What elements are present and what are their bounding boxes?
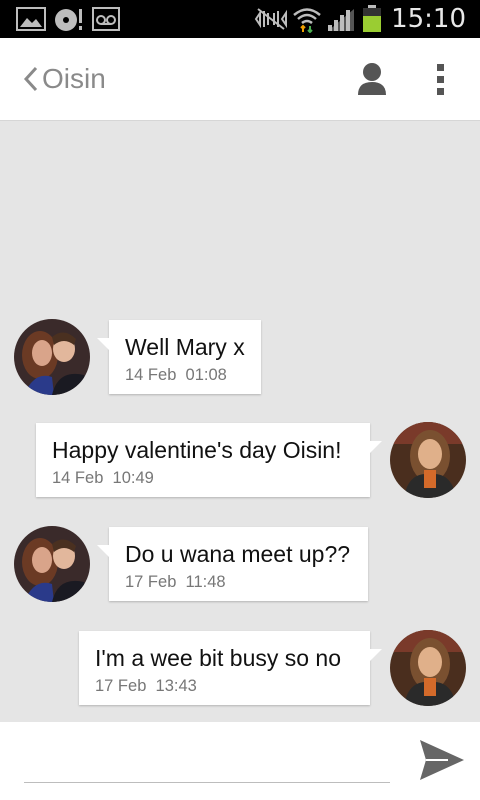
- message-text: I'm a wee bit busy so no: [95, 645, 342, 671]
- contact-avatar[interactable]: [14, 319, 90, 395]
- battery-icon: [363, 5, 381, 32]
- contact-icon[interactable]: [356, 62, 388, 96]
- bubble-tail: [370, 441, 382, 453]
- clock: 15:10: [391, 4, 466, 34]
- message-bubble-incoming[interactable]: Do u wana meet up?? 17 Feb 11:48: [97, 527, 368, 601]
- wifi-icon: [293, 8, 321, 33]
- signal-icon: [328, 9, 354, 31]
- contact-avatar[interactable]: [14, 526, 90, 602]
- user-avatar[interactable]: [390, 422, 466, 498]
- bubble-tail: [97, 338, 109, 350]
- disc-notification-icon: [55, 9, 82, 31]
- overflow-menu-icon[interactable]: [434, 60, 448, 100]
- input-underline: [24, 782, 390, 783]
- contact-name[interactable]: Oisin: [42, 63, 106, 95]
- message-composer: [0, 722, 480, 800]
- message-timestamp: 17 Feb 11:48: [125, 573, 226, 591]
- message-timestamp: 14 Feb 01:08: [125, 366, 227, 384]
- message-text: Happy valentine's day Oisin!: [52, 437, 342, 463]
- bubble-tail: [97, 545, 109, 557]
- status-bar: 15:10: [0, 0, 480, 38]
- voicemail-icon: [92, 7, 120, 31]
- send-icon[interactable]: [418, 738, 466, 782]
- message-text: Well Mary x: [125, 334, 245, 360]
- message-input[interactable]: [24, 740, 394, 782]
- back-arrow-icon[interactable]: [20, 62, 44, 96]
- message-bubble-incoming[interactable]: Well Mary x 14 Feb 01:08: [97, 320, 261, 394]
- message-bubble-outgoing[interactable]: Happy valentine's day Oisin! 14 Feb 10:4…: [36, 423, 382, 497]
- user-avatar[interactable]: [390, 630, 466, 706]
- gallery-notification-icon: [16, 7, 46, 31]
- app-bar: Oisin: [0, 38, 480, 121]
- message-text: Do u wana meet up??: [125, 541, 351, 567]
- message-timestamp: 14 Feb 10:49: [52, 469, 154, 487]
- mute-vibrate-icon: [254, 8, 287, 30]
- conversation-list[interactable]: Well Mary x 14 Feb 01:08 Happy valentine…: [0, 120, 480, 722]
- message-bubble-outgoing[interactable]: I'm a wee bit busy so no 17 Feb 13:43: [79, 631, 382, 705]
- bubble-tail: [370, 649, 382, 661]
- message-timestamp: 17 Feb 13:43: [95, 677, 197, 695]
